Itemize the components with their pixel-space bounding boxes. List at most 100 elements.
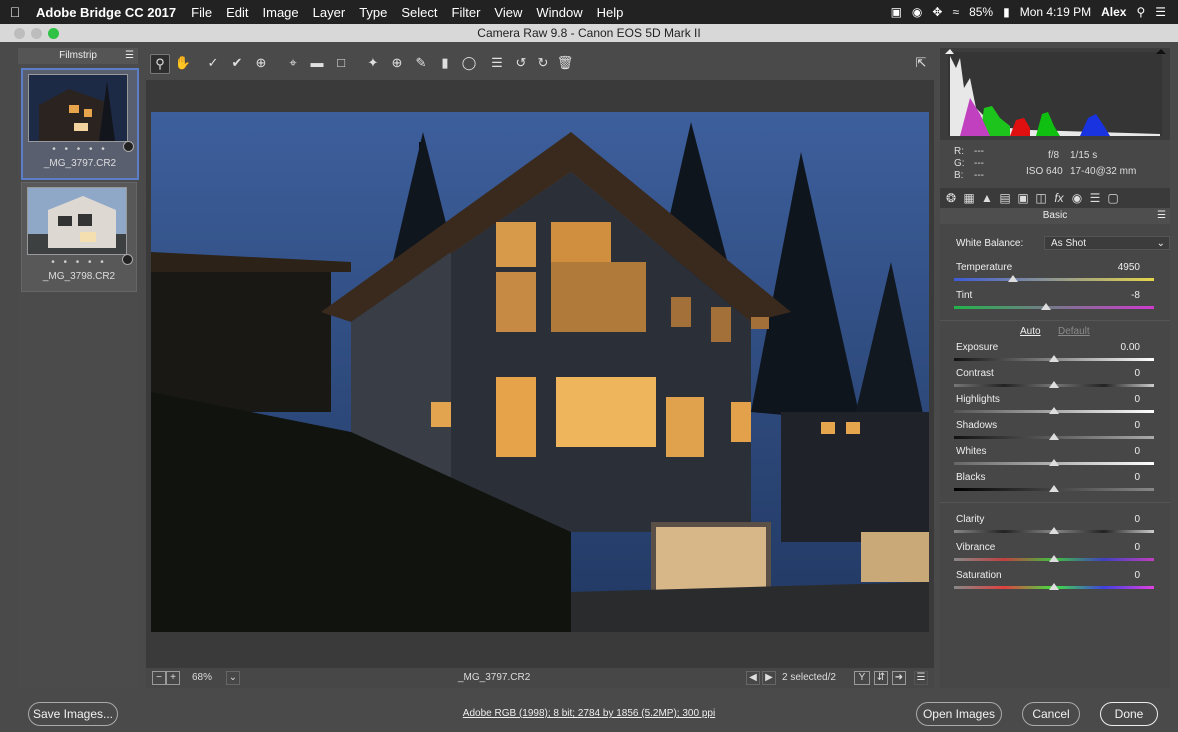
done-button[interactable]: Done — [1100, 702, 1158, 726]
clarity-slider-handle[interactable] — [1049, 527, 1059, 534]
rotate-left-icon[interactable]: ↺ — [512, 54, 530, 72]
user-name[interactable]: Alex — [1101, 5, 1126, 19]
menu-file[interactable]: File — [184, 5, 219, 20]
targeted-adjustment-icon[interactable]: ⊕ — [252, 54, 270, 72]
menu-window[interactable]: Window — [529, 5, 589, 20]
spot-removal-icon[interactable]: ✦ — [364, 54, 382, 72]
slider-value[interactable]: 0 — [1134, 368, 1140, 379]
screen-icon[interactable]: ▣ — [891, 5, 902, 19]
zoom-in-button[interactable]: + — [166, 671, 180, 685]
zoom-dropdown-chevron-icon[interactable]: ⌄ — [226, 671, 240, 685]
search-icon[interactable]: ⚲ — [1136, 5, 1145, 19]
menu-type[interactable]: Type — [352, 5, 394, 20]
slider-value[interactable]: 0 — [1134, 420, 1140, 431]
slider-value[interactable]: 0 — [1134, 514, 1140, 525]
menu-view[interactable]: View — [487, 5, 529, 20]
cancel-button[interactable]: Cancel — [1022, 702, 1080, 726]
slider-value[interactable]: 0 — [1134, 542, 1140, 553]
slider-value[interactable]: 0 — [1134, 472, 1140, 483]
zoom-out-button[interactable]: − — [152, 671, 166, 685]
straighten-tool-icon[interactable]: ▬ — [308, 54, 326, 72]
rating-dots[interactable]: • • • • • — [22, 257, 136, 268]
radial-filter-icon[interactable]: ◯ — [460, 54, 478, 72]
blacks-slider-handle[interactable] — [1049, 485, 1059, 492]
rotate-right-icon[interactable]: ↻ — [534, 54, 552, 72]
open-images-button[interactable]: Open Images — [916, 702, 1002, 726]
snapshots-tab-icon[interactable]: ▢ — [1106, 190, 1120, 206]
default-button[interactable]: Default — [1058, 326, 1090, 337]
white-balance-select[interactable]: As Shot ⌄ — [1044, 236, 1170, 250]
apple-icon[interactable]:  — [0, 4, 30, 20]
hand-tool-icon[interactable]: ✋ — [174, 54, 192, 72]
tint-slider-handle[interactable] — [1041, 303, 1051, 310]
panel-menu-icon[interactable]: ☰ — [1157, 208, 1166, 224]
split-toning-tab-icon[interactable]: ▣ — [1016, 190, 1030, 206]
wifi-icon[interactable]: ≈ — [952, 5, 959, 19]
preferences-icon[interactable]: ☰ — [488, 54, 506, 72]
fullscreen-icon[interactable]: ⇱ — [912, 54, 930, 72]
divider — [940, 320, 1170, 321]
next-image-icon[interactable]: ▶ — [762, 671, 776, 685]
toggle-preview-icon[interactable]: ☰ — [914, 671, 928, 685]
white-balance-tool-icon[interactable]: ✓ — [204, 54, 222, 72]
menu-help[interactable]: Help — [590, 5, 631, 20]
creative-cloud-icon[interactable]: ◉ — [912, 5, 922, 19]
swap-settings-icon[interactable]: ⇵ — [874, 671, 888, 685]
battery-percent[interactable]: 85% — [969, 5, 993, 19]
slider-value[interactable]: 4950 — [1118, 262, 1140, 273]
clock[interactable]: Mon 4:19 PM — [1020, 5, 1091, 19]
temperature-slider-track[interactable] — [954, 278, 1154, 281]
battery-icon[interactable]: ▮ — [1003, 5, 1010, 19]
camera-calibration-tab-icon[interactable]: ◉ — [1070, 190, 1084, 206]
highlights-slider-handle[interactable] — [1049, 407, 1059, 414]
slider-value[interactable]: 0 — [1134, 570, 1140, 581]
temperature-slider-handle[interactable] — [1008, 275, 1018, 282]
copy-settings-icon[interactable]: ➜ — [892, 671, 906, 685]
graduated-filter-icon[interactable]: ▮ — [436, 54, 454, 72]
shadows-slider-handle[interactable] — [1049, 433, 1059, 440]
contrast-slider-handle[interactable] — [1049, 381, 1059, 388]
tint-slider-track[interactable] — [954, 306, 1154, 309]
adjustment-brush-icon[interactable]: ✎ — [412, 54, 430, 72]
basic-tab-icon[interactable]: ❂ — [944, 190, 958, 206]
menu-edit[interactable]: Edit — [219, 5, 255, 20]
menu-filter[interactable]: Filter — [445, 5, 488, 20]
trash-icon[interactable]: 🗑 — [556, 54, 574, 72]
notification-icon[interactable]: ☰ — [1155, 5, 1166, 19]
detail-tab-icon[interactable]: ▲ — [980, 190, 994, 206]
slider-value[interactable]: -8 — [1131, 290, 1140, 301]
rating-dots[interactable]: • • • • • — [23, 144, 137, 155]
tone-curve-tab-icon[interactable]: ▦ — [962, 190, 976, 206]
menu-layer[interactable]: Layer — [306, 5, 353, 20]
minimize-window-button[interactable] — [31, 28, 42, 39]
filmstrip-item[interactable]: • • • • • _MG_3798.CR2 — [21, 182, 137, 292]
sync-icon[interactable]: ✥ — [932, 5, 942, 19]
before-after-toggle[interactable]: Y — [854, 671, 870, 685]
zoom-window-button[interactable] — [48, 28, 59, 39]
previous-image-icon[interactable]: ◀ — [746, 671, 760, 685]
whites-slider-handle[interactable] — [1049, 459, 1059, 466]
slider-value[interactable]: 0.00 — [1121, 342, 1140, 353]
filmstrip-item[interactable]: • • • • • _MG_3797.CR2 — [21, 68, 139, 180]
menu-image[interactable]: Image — [256, 5, 306, 20]
lens-corrections-tab-icon[interactable]: ◫ — [1034, 190, 1048, 206]
saturation-slider-handle[interactable] — [1049, 583, 1059, 590]
vibrance-slider-handle[interactable] — [1049, 555, 1059, 562]
slider-value[interactable]: 0 — [1134, 446, 1140, 457]
close-window-button[interactable] — [14, 28, 25, 39]
slider-value[interactable]: 0 — [1134, 394, 1140, 405]
crop-tool-icon[interactable]: ⌖ — [284, 54, 302, 72]
red-eye-icon[interactable]: ⊕ — [388, 54, 406, 72]
effects-tab-icon[interactable]: fx — [1052, 190, 1066, 206]
auto-button[interactable]: Auto — [1020, 326, 1041, 337]
preview-image[interactable] — [151, 112, 929, 632]
menu-select[interactable]: Select — [394, 5, 444, 20]
filmstrip-menu-icon[interactable]: ☰ — [125, 48, 134, 64]
zoom-tool-icon[interactable]: ⚲ — [150, 54, 170, 74]
color-sampler-tool-icon[interactable]: ✔ — [228, 54, 246, 72]
transform-tool-icon[interactable]: □ — [332, 54, 350, 72]
presets-tab-icon[interactable]: ☰ — [1088, 190, 1102, 206]
hsl-tab-icon[interactable]: ▤ — [998, 190, 1012, 206]
app-name-menu[interactable]: Adobe Bridge CC 2017 — [30, 5, 184, 20]
exposure-slider-handle[interactable] — [1049, 355, 1059, 362]
